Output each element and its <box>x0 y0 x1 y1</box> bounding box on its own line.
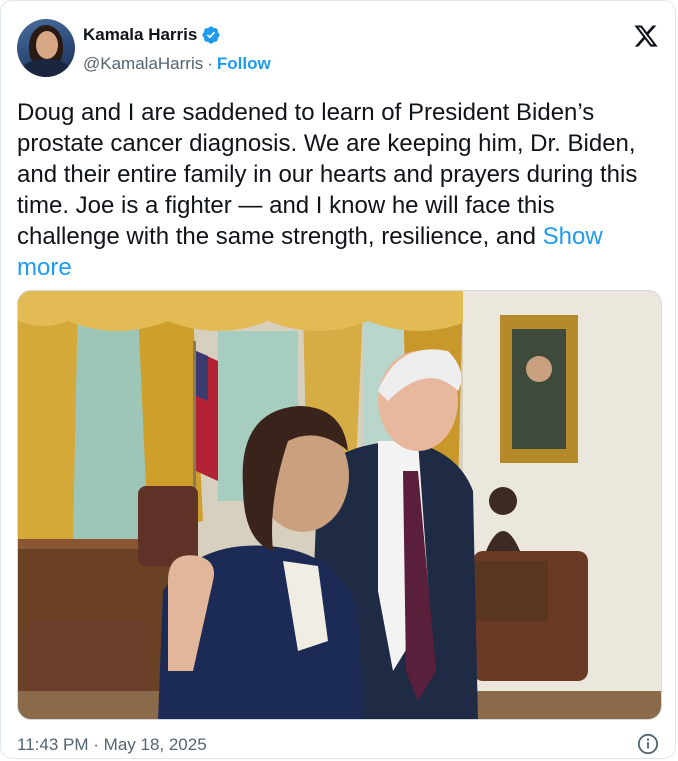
author-handle-row: @KamalaHarris · Follow <box>83 54 271 74</box>
desk-chair <box>138 486 198 566</box>
portrait-face <box>526 356 552 382</box>
avatar-face <box>36 31 58 59</box>
tweet-timestamp[interactable]: 11:43 PM · May 18, 2025 <box>17 735 207 755</box>
tweet-text: Doug and I are saddened to learn of Pres… <box>17 97 657 283</box>
timestamp-separator: · <box>93 735 99 754</box>
portrait-canvas <box>512 329 566 449</box>
photo-illustration <box>18 291 661 719</box>
author-name[interactable]: Kamala Harris <box>83 25 197 45</box>
tweet-photo[interactable] <box>17 290 662 720</box>
handle-separator: · <box>207 54 213 73</box>
bust-head <box>489 487 517 515</box>
info-icon[interactable] <box>637 733 659 755</box>
author-handle[interactable]: @KamalaHarris <box>83 54 203 74</box>
x-logo-icon[interactable] <box>632 23 660 49</box>
verified-badge-icon <box>202 26 220 44</box>
profile-avatar[interactable] <box>17 19 75 77</box>
flag-canton <box>196 351 208 401</box>
valance <box>18 291 468 331</box>
drape-left <box>18 291 78 551</box>
follow-button[interactable]: Follow <box>217 54 271 74</box>
author-name-row: Kamala Harris <box>83 25 221 45</box>
tweet-time: 11:43 PM <box>17 735 89 754</box>
tweet-date: May 18, 2025 <box>103 735 207 754</box>
side-table <box>468 561 548 621</box>
avatar-suit <box>21 59 71 77</box>
tweet-card: Kamala Harris @KamalaHarris · Follow Dou… <box>0 0 676 759</box>
